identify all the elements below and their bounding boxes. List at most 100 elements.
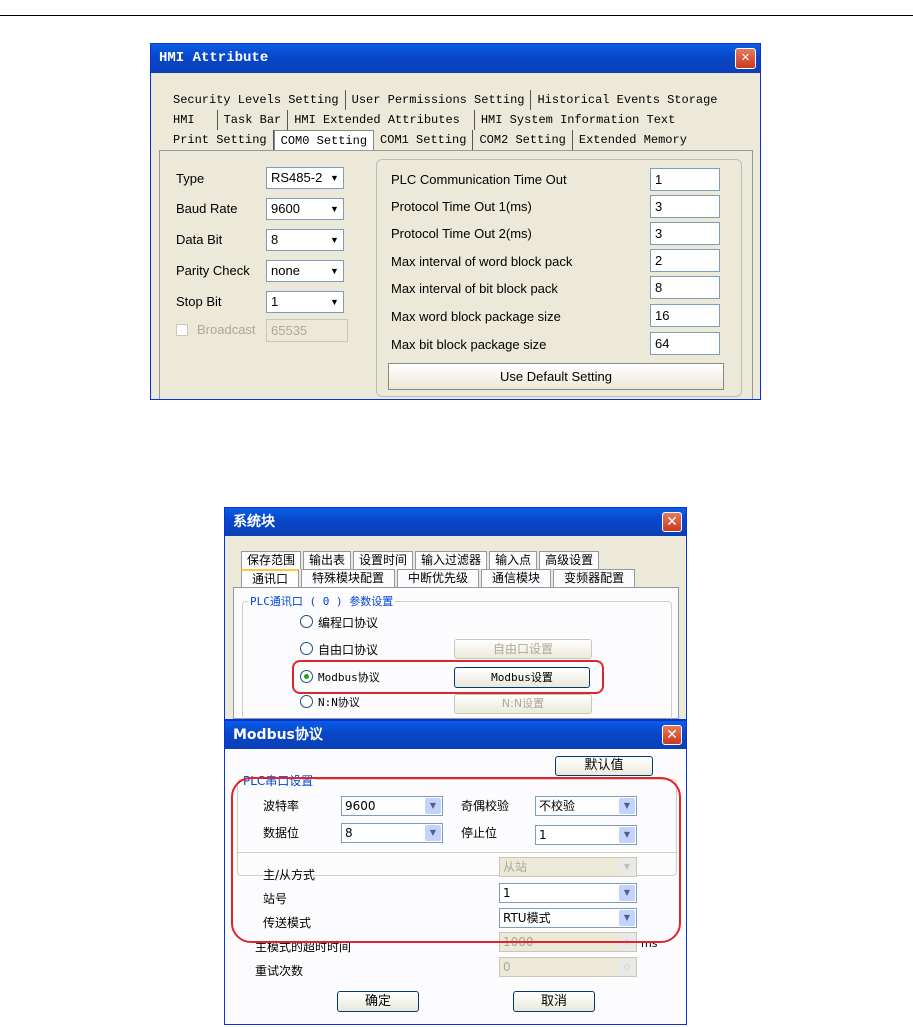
tab-special-module[interactable]: 特殊模块配置: [301, 569, 396, 587]
chevron-down-icon: ▼: [330, 266, 339, 276]
retry-value: 0: [503, 960, 511, 974]
tab-advanced[interactable]: 高级设置: [539, 551, 600, 569]
type-select[interactable]: RS485-2 ▼: [266, 167, 344, 189]
param-label-5: Max word block package size: [391, 309, 561, 324]
cancel-button[interactable]: 取消: [513, 991, 595, 1012]
option-programming-port: 编程口协议: [318, 616, 379, 630]
baud-rate-value: 9600: [271, 201, 300, 216]
param-field-1[interactable]: 3: [650, 195, 720, 218]
chevron-down-icon: ▼: [330, 204, 339, 214]
stop-bit-select[interactable]: 1 ▼: [266, 291, 344, 313]
broadcast-label: Broadcast: [197, 322, 256, 337]
hmi-title: HMI Attribute: [159, 50, 269, 66]
param-label-4: Max interval of bit block pack: [391, 281, 558, 296]
radio-free-port[interactable]: [300, 642, 313, 655]
tab-interrupt-priority[interactable]: 中断优先级: [397, 569, 480, 587]
data-bit-select[interactable]: 8 ▼: [266, 229, 344, 251]
retry-spinner: 0 ◇: [499, 957, 637, 977]
tab-historical-events[interactable]: Historical Events Storage: [531, 90, 723, 110]
stop-bit-value: 1: [271, 294, 279, 309]
modbus-dialog: Modbus协议 ✕ 默认值 PLC串口设置 波特率 9600 ▼ 奇偶校验 不校…: [224, 720, 687, 1025]
modbus-highlight-box: [292, 660, 604, 694]
page-rule: [0, 15, 913, 16]
param-label-0: PLC Communication Time Out: [391, 172, 567, 187]
parity-check-select[interactable]: none ▼: [266, 260, 344, 282]
close-icon[interactable]: ✕: [735, 48, 756, 69]
option-free-port: 自由口协议: [318, 643, 379, 657]
close-icon[interactable]: ✕: [662, 725, 682, 745]
broadcast-field: 65535: [266, 319, 348, 342]
hmi-attribute-dialog: HMI Attribute ✕ Security Levels Setting …: [150, 43, 761, 400]
radio-programming-port[interactable]: [300, 615, 313, 628]
default-value-button[interactable]: 默认值: [555, 756, 653, 776]
tab-user-permissions[interactable]: User Permissions Setting: [346, 90, 532, 110]
radio-nn[interactable]: [300, 695, 313, 708]
tab-comm-port[interactable]: 通讯口: [241, 569, 300, 587]
sysblock-tabrow-1: 保存范围 输出表 设置时间 输入过滤器 输入点 高级设置: [241, 551, 601, 569]
chevron-down-icon: ▼: [330, 235, 339, 245]
system-block-dialog: 系统块 ✕ 保存范围 输出表 设置时间 输入过滤器 输入点 高级设置 通讯口 特…: [224, 507, 687, 720]
param-label-6: Max bit block package size: [391, 337, 547, 352]
modbus-titlebar[interactable]: Modbus协议 ✕: [225, 721, 686, 749]
param-field-3[interactable]: 2: [650, 249, 720, 272]
param-label-2: Protocol Time Out 2(ms): [391, 226, 532, 241]
param-field-4[interactable]: 8: [650, 276, 720, 299]
ok-button[interactable]: 确定: [337, 991, 419, 1012]
type-label: Type: [176, 171, 205, 186]
serial-highlight-box: [231, 777, 681, 943]
hmi-tabrow-3: Print Setting COM0 Setting COM1 Setting …: [167, 130, 693, 150]
tab-com0-setting[interactable]: COM0 Setting: [273, 130, 375, 150]
chevron-down-icon: ▼: [330, 173, 339, 183]
tab-hmi[interactable]: HMI: [167, 110, 218, 130]
data-bit-label: Data Bit: [176, 232, 223, 247]
tab-save-range[interactable]: 保存范围: [241, 551, 302, 569]
tab-com2-setting[interactable]: COM2 Setting: [473, 130, 573, 150]
hmi-tabrow-1: Security Levels Setting User Permissions…: [167, 90, 724, 110]
nn-setting-button[interactable]: N:N设置: [454, 694, 592, 714]
tab-comm-module[interactable]: 通信模块: [481, 569, 552, 587]
close-icon[interactable]: ✕: [662, 512, 682, 532]
modbus-body: 默认值 PLC串口设置 波特率 9600 ▼ 奇偶校验 不校验 ▼ 数据位 8 ▼ 停…: [225, 749, 686, 1024]
param-field-2[interactable]: 3: [650, 222, 720, 245]
param-label-1: Protocol Time Out 1(ms): [391, 199, 532, 214]
use-default-setting-button[interactable]: Use Default Setting: [388, 363, 724, 390]
tab-input-point[interactable]: 输入点: [489, 551, 538, 569]
type-value: RS485-2: [271, 170, 323, 185]
plc-port-group-label: PLC通讯口 ( 0 ) 参数设置: [248, 593, 396, 609]
tab-output-table[interactable]: 输出表: [303, 551, 352, 569]
tab-security-levels[interactable]: Security Levels Setting: [167, 90, 346, 110]
param-label-3: Max interval of word block pack: [391, 254, 573, 269]
modbus-title: Modbus协议: [233, 727, 323, 743]
parity-check-value: none: [271, 263, 300, 278]
chevron-down-icon: ▼: [330, 297, 339, 307]
baud-rate-label: Baud Rate: [176, 201, 238, 216]
sysblock-title: 系统块: [233, 514, 275, 530]
param-field-6[interactable]: 64: [650, 332, 720, 355]
hmi-tab-panel: Type RS485-2 ▼ Baud Rate 9600 ▼ Data Bit 8…: [159, 150, 753, 399]
hmi-tabrow-2: HMI Task Bar HMI Extended Attributes HMI…: [167, 110, 681, 130]
tab-hmi-system-info[interactable]: HMI System Information Text: [475, 110, 681, 130]
parity-check-label: Parity Check: [176, 263, 250, 278]
tab-extended-memory[interactable]: Extended Memory: [573, 130, 693, 150]
spinner-icon: ◇: [619, 959, 635, 975]
param-field-5[interactable]: 16: [650, 304, 720, 327]
tab-vfd-config[interactable]: 变频器配置: [553, 569, 636, 587]
tab-com1-setting[interactable]: COM1 Setting: [374, 130, 474, 150]
free-port-setting-button[interactable]: 自由口设置: [454, 639, 592, 659]
data-bit-value: 8: [271, 232, 279, 247]
hmi-titlebar[interactable]: HMI Attribute ✕: [151, 44, 760, 73]
tab-task-bar[interactable]: Task Bar: [218, 110, 289, 130]
stop-bit-label: Stop Bit: [176, 294, 222, 309]
tab-hmi-extended[interactable]: HMI Extended Attributes: [288, 110, 475, 130]
param-field-0[interactable]: 1: [650, 168, 720, 191]
baud-rate-select[interactable]: 9600 ▼: [266, 198, 344, 220]
sysblock-tabrow-2: 通讯口 特殊模块配置 中断优先级 通信模块 变频器配置: [241, 569, 637, 587]
option-nn: N:N协议: [318, 696, 360, 709]
sysblock-titlebar[interactable]: 系统块 ✕: [225, 508, 686, 536]
tab-set-time[interactable]: 设置时间: [353, 551, 414, 569]
sysblock-tab-panel: PLC通讯口 ( 0 ) 参数设置 编程口协议 自由口协议 自由口设置 Modb…: [233, 587, 679, 719]
tab-print-setting[interactable]: Print Setting: [167, 130, 274, 150]
tab-input-filter[interactable]: 输入过滤器: [415, 551, 488, 569]
broadcast-checkbox[interactable]: [176, 324, 188, 336]
retry-label: 重试次数: [255, 964, 304, 978]
